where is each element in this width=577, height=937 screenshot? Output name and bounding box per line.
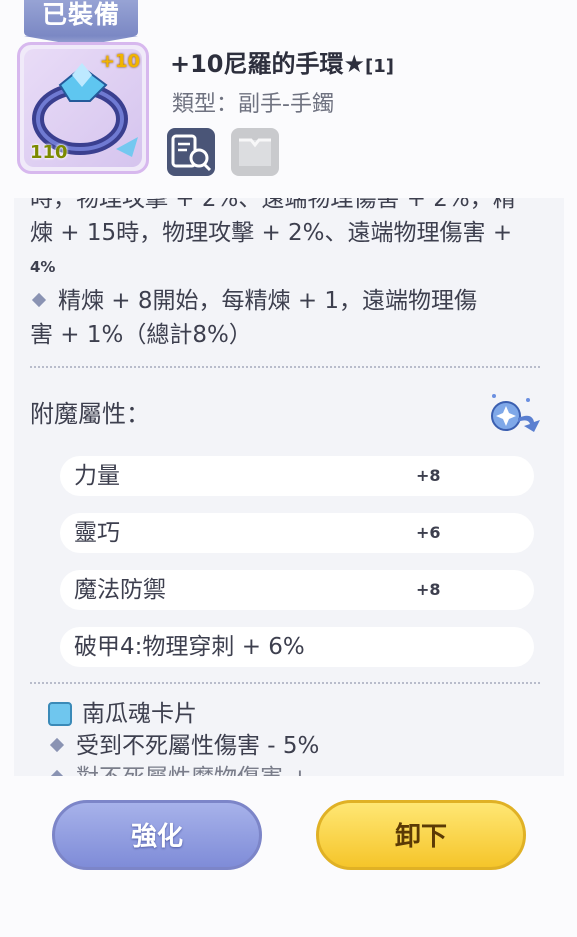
card-effect: 受到不死屬性傷害 - 5% bbox=[48, 730, 319, 762]
enchant-row: 破甲4:物理穿刺 + 6% bbox=[60, 627, 534, 667]
refine-level: +10 bbox=[99, 51, 140, 72]
description-line: 害 + 1%（總計8%） bbox=[30, 322, 252, 348]
item-description: 時，物理攻擊 + 2%、遠端物理傷害 + 2%，精 煉 + 15時，物理攻擊 +… bbox=[30, 198, 545, 352]
empty-slot-icon bbox=[239, 138, 271, 166]
item-detail-panel: 已裝備 +10 110 +10尼羅的手環★[1] 類型：副手-手鐲 時，物理攻擊… bbox=[0, 0, 577, 937]
inspect-button[interactable] bbox=[167, 128, 215, 176]
bullet-icon bbox=[31, 292, 47, 308]
item-level: 110 bbox=[30, 142, 68, 163]
description-line: 煉 + 15時，物理攻擊 + 2%、遠端物理傷害 + bbox=[30, 220, 513, 246]
detail-scroll-area[interactable]: 時，物理攻擊 + 2%、遠端物理傷害 + 2%，精 煉 + 15時，物理攻擊 +… bbox=[14, 198, 564, 776]
item-type: 類型：副手-手鐲 bbox=[172, 92, 334, 117]
magnifier-icon bbox=[171, 134, 212, 172]
item-icon: +10 110 bbox=[17, 42, 149, 174]
card-slot-button[interactable] bbox=[231, 128, 279, 176]
enchant-title: 附魔屬性： bbox=[30, 400, 150, 428]
enchant-icon[interactable] bbox=[484, 388, 544, 442]
divider bbox=[30, 682, 540, 684]
unequip-button[interactable]: 卸下 bbox=[316, 800, 526, 870]
bullet-icon bbox=[49, 769, 65, 776]
description-line: 4% bbox=[30, 258, 56, 276]
slot-count: [1] bbox=[365, 56, 395, 77]
description-line: 精煉 + 8開始，每精煉 + 1，遠端物理傷 bbox=[30, 284, 545, 318]
description-line: 時，物理攻擊 + 2%、遠端物理傷害 + 2%，精 bbox=[30, 198, 516, 212]
card-name: 南瓜魂卡片 bbox=[48, 698, 197, 730]
enhance-button[interactable]: 強化 bbox=[52, 800, 262, 870]
divider bbox=[30, 366, 540, 368]
bullet-icon bbox=[49, 737, 65, 753]
item-name: +10尼羅的手環★[1] bbox=[170, 50, 395, 78]
equipped-badge: 已裝備 bbox=[24, 0, 138, 36]
enchant-row: 魔法防禦 +8 bbox=[60, 570, 534, 610]
card-effect: 對不死屬性魔物傷害 + bbox=[48, 762, 310, 776]
enchant-row: 力量 +8 bbox=[60, 456, 534, 496]
card-icon bbox=[48, 701, 72, 726]
enchant-row: 靈巧 +6 bbox=[60, 513, 534, 553]
